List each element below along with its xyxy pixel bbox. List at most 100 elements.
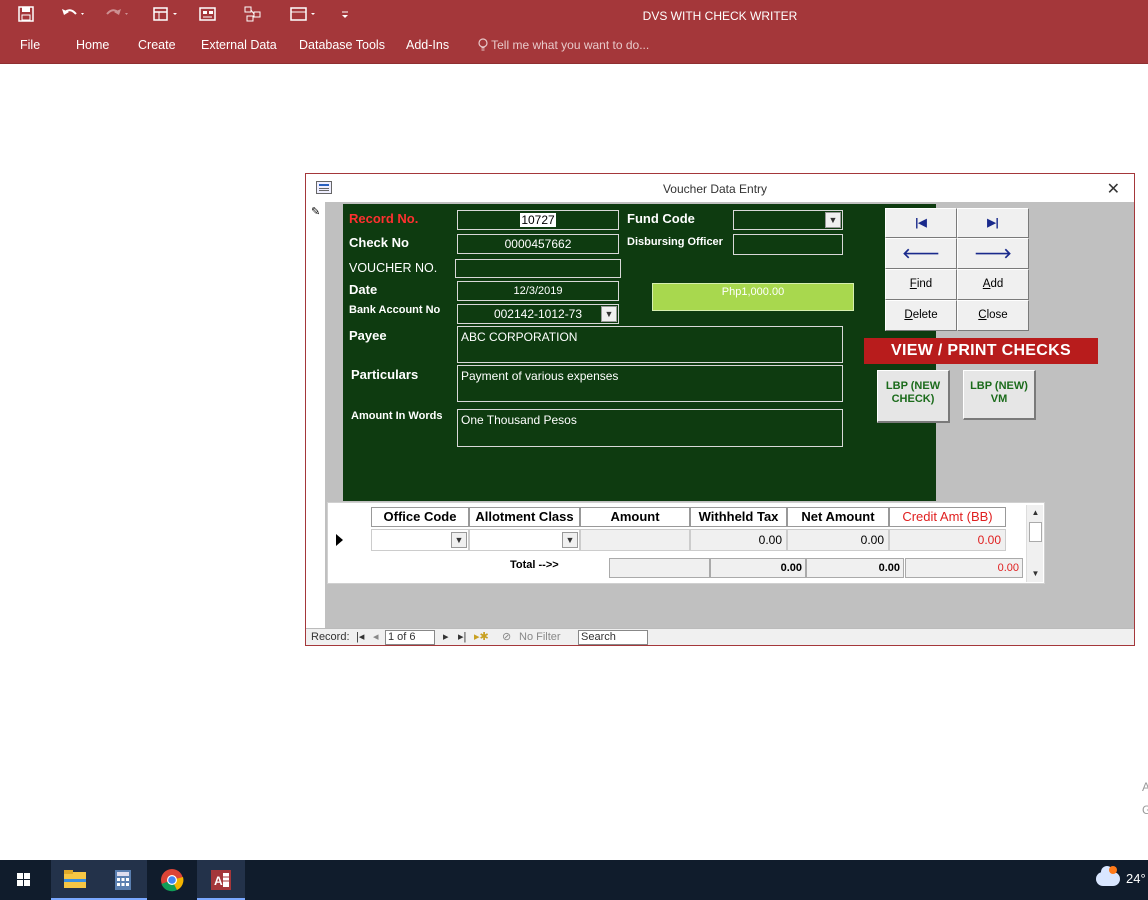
svg-text:A: A (214, 874, 223, 888)
disbursing-officer-field[interactable] (733, 234, 843, 255)
col-allotment-class: Allotment Class (469, 507, 580, 527)
file-explorer-icon[interactable] (51, 860, 99, 900)
voucher-form-window: Voucher Data Entry ✕ ✎ Record No. Check … (305, 173, 1135, 646)
particulars-label: Particulars (351, 367, 419, 382)
payee-label: Payee (349, 328, 387, 343)
chevron-down-icon[interactable]: ▼ (825, 212, 841, 228)
amount-in-words-field[interactable]: One Thousand Pesos (457, 409, 843, 447)
relationships-icon[interactable] (244, 6, 262, 26)
voucher-detail-panel: Record No. Check No VOUCHER NO. Date Ban… (343, 204, 936, 501)
record-position-input[interactable]: 1 of 6 (385, 630, 435, 645)
total-withheld-tax: 0.00 (710, 558, 806, 578)
add-label: dd (990, 278, 1004, 290)
tab-file[interactable]: File (20, 38, 40, 52)
save-icon[interactable] (18, 6, 34, 26)
edge-fragment-1: A (1142, 780, 1148, 794)
close-label: lose (986, 309, 1008, 321)
total-credit-amt: 0.00 (905, 558, 1023, 578)
form-icon[interactable] (199, 6, 217, 26)
tab-database-tools[interactable]: Database Tools (299, 38, 385, 52)
form-title-bar: Voucher Data Entry ✕ (306, 174, 1134, 202)
fund-code-combo[interactable]: ▼ (733, 210, 843, 230)
total-net-amount: 0.00 (806, 558, 904, 578)
calculator-icon[interactable] (99, 860, 147, 900)
tell-me-text: Tell me what you want to do... (491, 38, 650, 52)
search-input[interactable]: Search (578, 630, 648, 645)
access-icon[interactable]: A (197, 860, 245, 900)
date-field[interactable]: 12/3/2019 (457, 281, 619, 301)
net-amount-cell[interactable]: 0.00 (787, 529, 889, 551)
record-no-value: 10727 (520, 213, 556, 227)
credit-amt-cell[interactable]: 0.00 (889, 529, 1006, 551)
record-label: Record: (311, 631, 350, 643)
scroll-thumb[interactable] (1029, 522, 1042, 542)
record-selector[interactable]: ✎ (306, 202, 326, 629)
particulars-field[interactable]: Payment of various expenses (457, 365, 843, 402)
chrome-icon[interactable] (148, 860, 196, 900)
table-view-icon[interactable] (153, 6, 183, 26)
last-record-icon: ▶| (987, 217, 999, 229)
window-view-icon[interactable] (290, 6, 320, 26)
add-button[interactable]: Add (957, 269, 1029, 300)
payee-field[interactable]: ABC CORPORATION (457, 326, 843, 363)
tab-home[interactable]: Home (76, 38, 109, 52)
weather-cloud-icon[interactable] (1096, 866, 1120, 886)
withheld-tax-cell[interactable]: 0.00 (690, 529, 787, 551)
tab-add-ins[interactable]: Add-Ins (406, 38, 449, 52)
office-code-combo[interactable]: ▼ (371, 529, 469, 551)
check-no-label: Check No (349, 235, 409, 250)
windows-start-icon[interactable] (0, 860, 48, 900)
filter-icon[interactable]: ⊘ (502, 631, 511, 644)
delete-button[interactable]: Delete (885, 300, 957, 331)
scroll-down-icon[interactable]: ▼ (1028, 567, 1043, 581)
new-record-nav-icon[interactable]: ▸✱ (474, 631, 489, 644)
redo-icon (105, 6, 131, 26)
chevron-down-icon[interactable]: ▼ (601, 306, 617, 322)
find-accel: F (909, 278, 917, 290)
col-office-code: Office Code (371, 507, 469, 527)
find-button[interactable]: Find (885, 269, 957, 300)
weather-sun-icon (1109, 866, 1117, 874)
lbp-new-check-button[interactable]: LBP (NEW CHECK) (877, 370, 950, 423)
record-no-field[interactable]: 10727 (457, 210, 619, 230)
first-record-button[interactable]: |◀ (885, 208, 957, 238)
record-navigation-bar: Record: |◂ ◂ 1 of 6 ▸ ▸| ▸✱ ⊘ No Filter … (306, 628, 1134, 645)
lbp-new-vm-button[interactable]: LBP (NEW) VM (963, 370, 1036, 420)
temperature[interactable]: 24° (1126, 871, 1146, 886)
app-title: DVS WITH CHECK WRITER (642, 9, 798, 23)
tell-me-search[interactable]: Tell me what you want to do... (478, 38, 649, 52)
check-no-field[interactable]: 0000457662 (457, 234, 619, 254)
scroll-up-icon[interactable]: ▲ (1028, 506, 1043, 520)
close-icon[interactable]: ✕ (1107, 179, 1120, 199)
amount-cell[interactable] (580, 529, 690, 551)
next-record-nav-icon[interactable]: ▸ (443, 631, 449, 644)
tab-external-data[interactable]: External Data (201, 38, 277, 52)
previous-record-nav-icon[interactable]: ◂ (373, 631, 379, 644)
chevron-down-icon[interactable]: ▼ (562, 532, 578, 548)
chevron-down-icon[interactable]: ▼ (451, 532, 467, 548)
no-filter-label[interactable]: No Filter (519, 631, 561, 644)
total-amount-display: Php1,000.00 (652, 283, 854, 311)
first-record-icon: |◀ (915, 217, 927, 229)
bank-account-label: Bank Account No (349, 304, 441, 316)
subform-record-selector[interactable] (330, 528, 347, 554)
last-record-nav-icon[interactable]: ▸| (458, 631, 466, 644)
view-print-checks-button[interactable]: VIEW / PRINT CHECKS (864, 338, 1098, 364)
close-button[interactable]: Close (957, 300, 1029, 331)
previous-record-button[interactable]: 🡐 (885, 238, 957, 269)
arrow-left-icon: 🡐 (902, 245, 940, 261)
delete-accel: D (904, 309, 913, 321)
last-record-button[interactable]: ▶| (957, 208, 1029, 238)
first-record-nav-icon[interactable]: |◂ (356, 631, 364, 644)
tab-create[interactable]: Create (138, 38, 176, 52)
bank-account-combo[interactable]: 002142-1012-73 ▼ (457, 304, 619, 324)
pencil-icon: ✎ (311, 206, 321, 218)
arrow-right-icon: 🡒 (974, 245, 1012, 261)
customize-qat-icon[interactable] (340, 6, 350, 26)
close-accel: C (978, 309, 987, 321)
next-record-button[interactable]: 🡒 (957, 238, 1029, 269)
voucher-no-field[interactable] (455, 259, 621, 278)
allotment-class-combo[interactable]: ▼ (469, 529, 580, 551)
undo-icon[interactable] (60, 6, 86, 26)
subform-scrollbar[interactable]: ▲ ▼ (1026, 505, 1043, 582)
